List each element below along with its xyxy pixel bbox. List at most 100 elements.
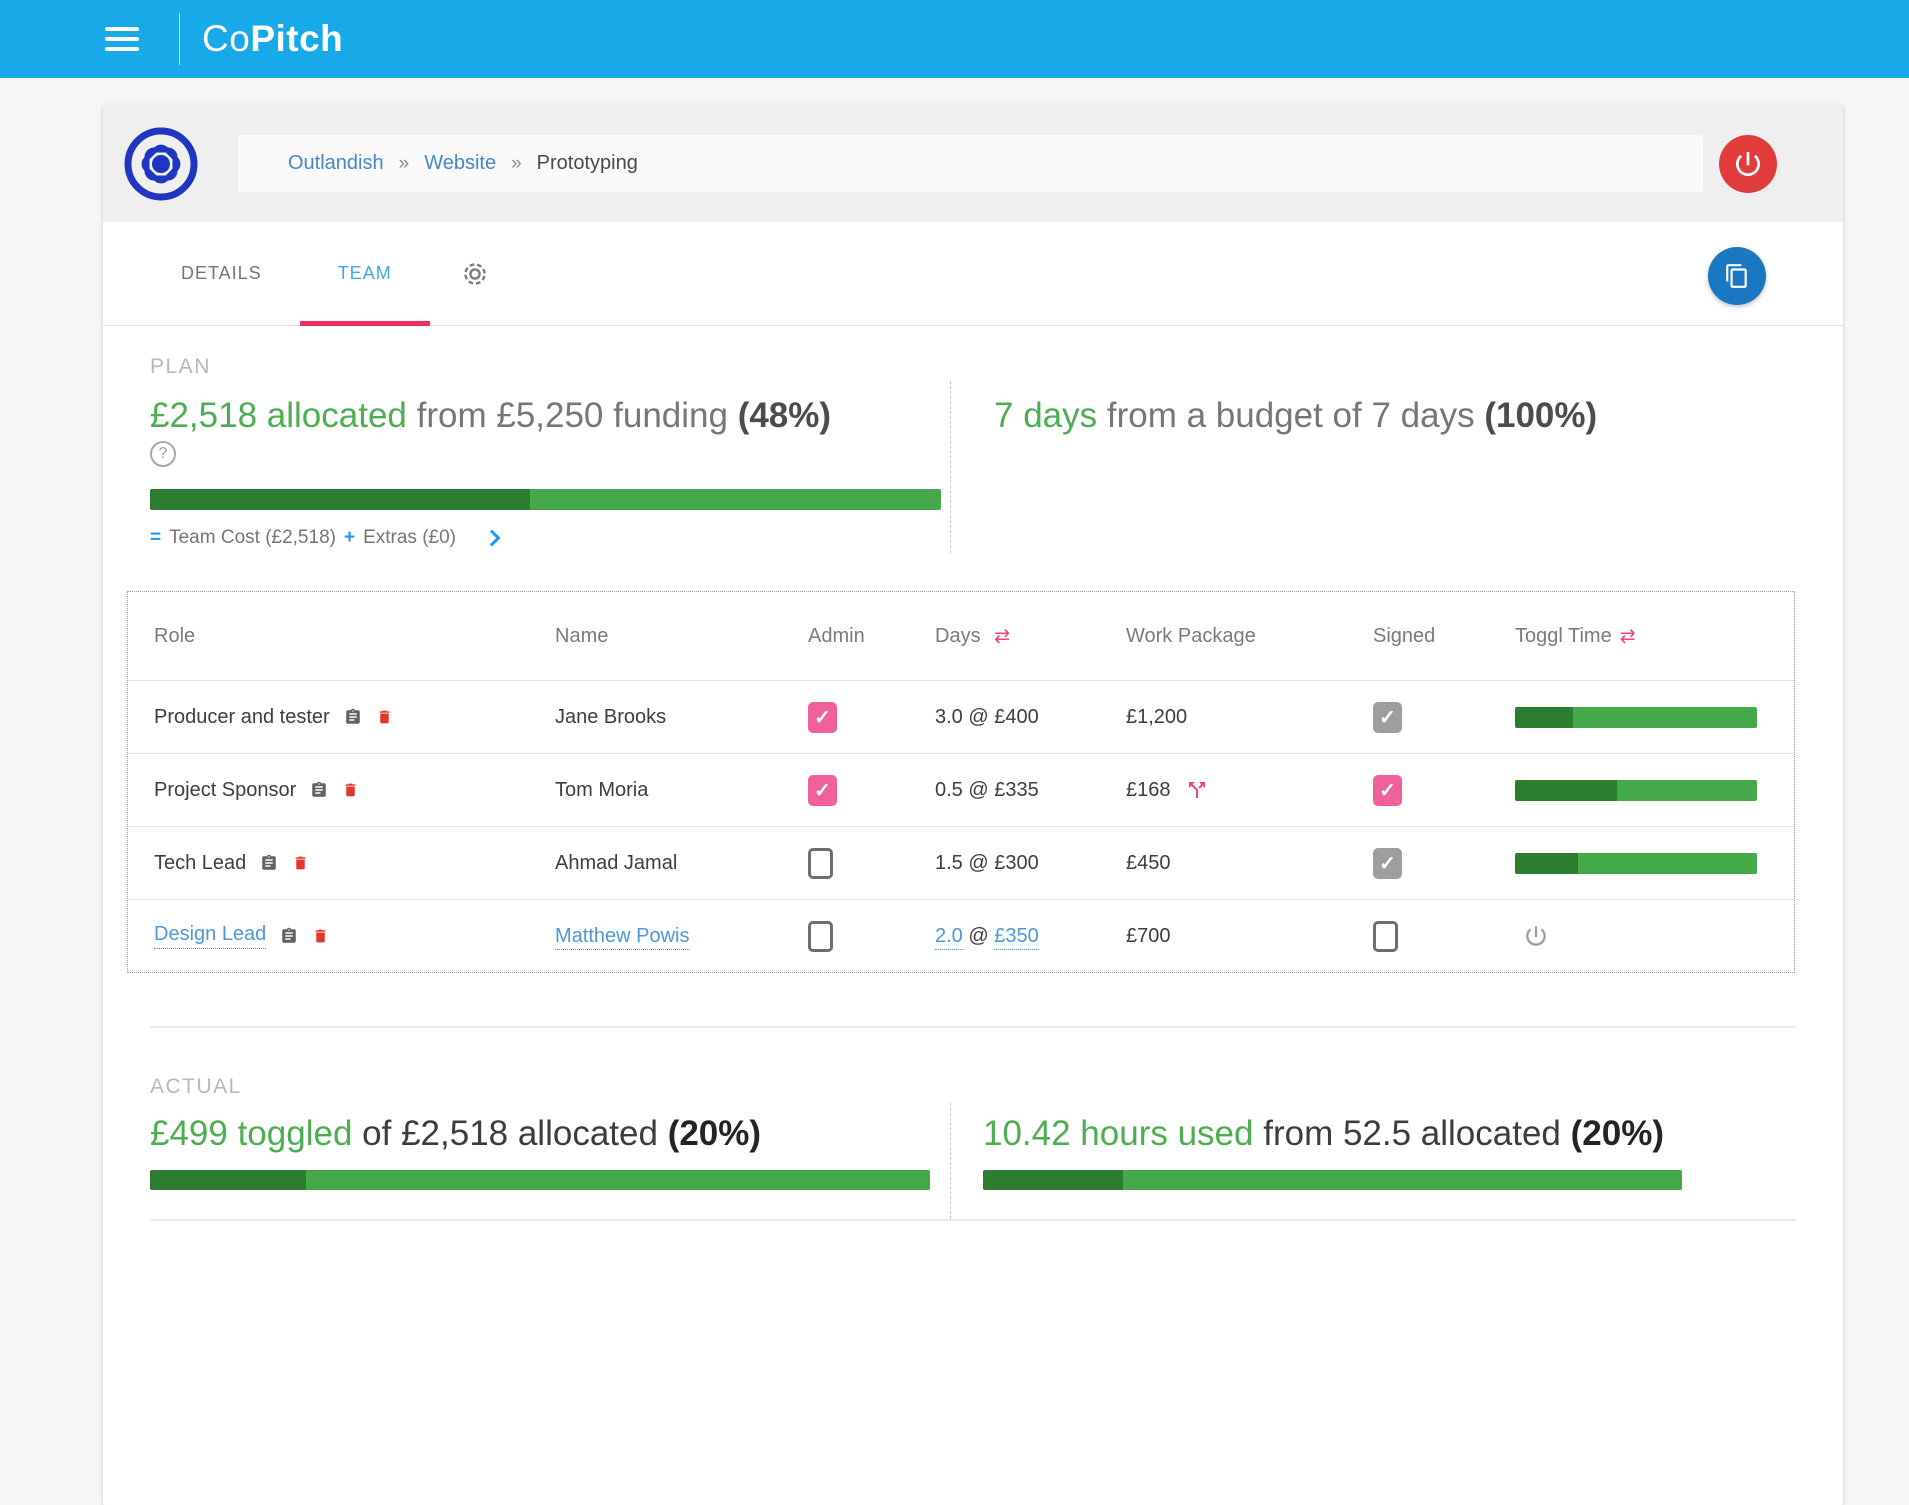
progress-remaining bbox=[306, 1170, 930, 1190]
name-cell: Ahmad Jamal bbox=[555, 852, 808, 875]
toggl-remaining bbox=[1578, 853, 1757, 874]
duplicate-button[interactable] bbox=[1708, 247, 1766, 305]
role-cell: Tech Lead bbox=[128, 852, 555, 875]
toggl-cell bbox=[1515, 853, 1794, 874]
clipboard-icon[interactable] bbox=[310, 780, 328, 800]
admin-checkbox[interactable] bbox=[808, 848, 833, 879]
name-link[interactable]: Matthew Powis bbox=[555, 925, 690, 950]
column-header-admin: Admin bbox=[808, 625, 935, 648]
project-badge-icon bbox=[123, 126, 199, 202]
toggl-filled bbox=[1515, 780, 1617, 801]
column-header-role: Role bbox=[128, 625, 555, 648]
team-cost-label: Team Cost (£2,518) bbox=[169, 527, 336, 549]
days-percent: (100%) bbox=[1484, 396, 1597, 435]
breadcrumb-link-website[interactable]: Website bbox=[424, 152, 496, 175]
signed-checkbox[interactable] bbox=[1373, 848, 1402, 879]
actual-money-headline: £499 toggled of £2,518 allocated (20%) bbox=[150, 1113, 930, 1155]
clipboard-icon[interactable] bbox=[280, 926, 298, 946]
admin-checkbox[interactable] bbox=[808, 775, 837, 806]
breadcrumb-link-outlandish[interactable]: Outlandish bbox=[288, 152, 384, 175]
toggl-remaining bbox=[1617, 780, 1757, 801]
days-rate-link[interactable]: £350 bbox=[994, 925, 1039, 950]
funding-total: from £5,250 funding bbox=[417, 396, 728, 435]
plan-funding-headline: £2,518 allocated from £5,250 funding (48… bbox=[150, 395, 941, 437]
progress-remaining bbox=[530, 489, 941, 510]
toggled-amount: £499 toggled bbox=[150, 1114, 352, 1153]
days-header-label: Days bbox=[935, 625, 981, 647]
breadcrumb-separator: » bbox=[511, 153, 522, 175]
actual-hours-progressbar bbox=[983, 1170, 1682, 1190]
trash-icon[interactable] bbox=[342, 780, 359, 800]
close-project-button[interactable] bbox=[1719, 135, 1777, 193]
signed-cell bbox=[1373, 702, 1515, 733]
trash-icon[interactable] bbox=[376, 707, 393, 727]
column-header-toggl-time[interactable]: Toggl Time ⇄ bbox=[1515, 625, 1794, 648]
toggl-power-icon[interactable] bbox=[1523, 923, 1549, 949]
clipboard-icon[interactable] bbox=[260, 853, 278, 873]
hours-percent: (20%) bbox=[1571, 1114, 1664, 1153]
toggl-filled bbox=[1515, 707, 1573, 728]
work-package-cell: £450 bbox=[1126, 852, 1373, 875]
days-rate: £400 bbox=[994, 706, 1039, 728]
expand-chevron-icon[interactable] bbox=[484, 530, 501, 547]
toggl-cell bbox=[1515, 780, 1794, 801]
signed-checkbox[interactable] bbox=[1373, 775, 1402, 806]
admin-cell bbox=[808, 921, 935, 952]
role-label: Project Sponsor bbox=[154, 779, 296, 802]
days-used: 7 days bbox=[994, 396, 1097, 435]
app-logo[interactable]: CoPitch bbox=[202, 18, 343, 60]
admin-cell bbox=[808, 775, 935, 806]
breadcrumb-current-prototyping: Prototyping bbox=[537, 152, 638, 175]
table-row: Design Lead Matthew Powis 2.0 @ £350 £70… bbox=[128, 899, 1794, 972]
project-card: Outlandish » Website » Prototyping DETAI… bbox=[103, 105, 1843, 1505]
trash-icon[interactable] bbox=[312, 926, 329, 946]
days-cell: 2.0 @ £350 bbox=[935, 925, 1126, 948]
help-glyph: ? bbox=[159, 445, 168, 463]
call-split-icon[interactable] bbox=[1185, 778, 1209, 802]
tab-settings-gear[interactable] bbox=[460, 222, 490, 325]
signed-checkbox[interactable] bbox=[1373, 921, 1398, 952]
clipboard-icon[interactable] bbox=[344, 707, 362, 727]
allocated-amount: £2,518 allocated bbox=[150, 396, 407, 435]
role-link[interactable]: Design Lead bbox=[154, 923, 266, 949]
days-qty-link[interactable]: 2.0 bbox=[935, 925, 963, 950]
work-package-cell: £1,200 bbox=[1126, 706, 1373, 729]
sort-toggl-icon[interactable]: ⇄ bbox=[1620, 625, 1636, 648]
actual-hours-headline: 10.42 hours used from 52.5 allocated (20… bbox=[983, 1113, 1682, 1155]
work-package-amount: £168 bbox=[1126, 779, 1171, 802]
column-header-days[interactable]: Days ⇄ bbox=[935, 625, 1126, 648]
brand-co: Co bbox=[202, 18, 250, 59]
tab-team-label: TEAM bbox=[338, 263, 392, 284]
plan-section: £2,518 allocated from £5,250 funding (48… bbox=[150, 379, 1843, 549]
signed-cell bbox=[1373, 848, 1515, 879]
role-cell: Project Sponsor bbox=[128, 779, 555, 802]
breadcrumb: Outlandish » Website » Prototyping bbox=[238, 135, 1703, 192]
sort-days-icon[interactable]: ⇄ bbox=[994, 626, 1010, 647]
role-cell: Producer and tester bbox=[128, 706, 555, 729]
brand-pitch: Pitch bbox=[250, 18, 343, 59]
days-at: @ bbox=[968, 925, 988, 947]
trash-icon[interactable] bbox=[292, 853, 309, 873]
name-cell: Jane Brooks bbox=[555, 706, 808, 729]
days-at: @ bbox=[968, 852, 988, 874]
admin-checkbox[interactable] bbox=[808, 702, 837, 733]
table-header-row: Role Name Admin Days ⇄ Work Package Sign… bbox=[128, 592, 1794, 680]
help-icon[interactable]: ? bbox=[150, 441, 176, 467]
money-percent: (20%) bbox=[668, 1114, 761, 1153]
tab-team[interactable]: TEAM bbox=[300, 222, 430, 325]
name-cell: Tom Moria bbox=[555, 779, 808, 802]
topbar-divider bbox=[179, 13, 180, 65]
admin-checkbox[interactable] bbox=[808, 921, 833, 952]
tab-details[interactable]: DETAILS bbox=[143, 222, 300, 325]
role-cell: Design Lead bbox=[128, 923, 555, 949]
days-qty: 1.5 bbox=[935, 852, 963, 874]
tab-details-label: DETAILS bbox=[181, 263, 262, 284]
days-cell: 3.0 @ £400 bbox=[935, 706, 1126, 729]
menu-icon[interactable] bbox=[105, 27, 139, 51]
plan-days-column: 7 days from a budget of 7 days (100%) bbox=[994, 379, 1693, 549]
bottom-divider bbox=[150, 1219, 1796, 1221]
days-qty: 0.5 bbox=[935, 779, 963, 801]
breadcrumb-separator: » bbox=[399, 153, 410, 175]
signed-checkbox[interactable] bbox=[1373, 702, 1402, 733]
funding-percent: (48%) bbox=[738, 396, 831, 435]
